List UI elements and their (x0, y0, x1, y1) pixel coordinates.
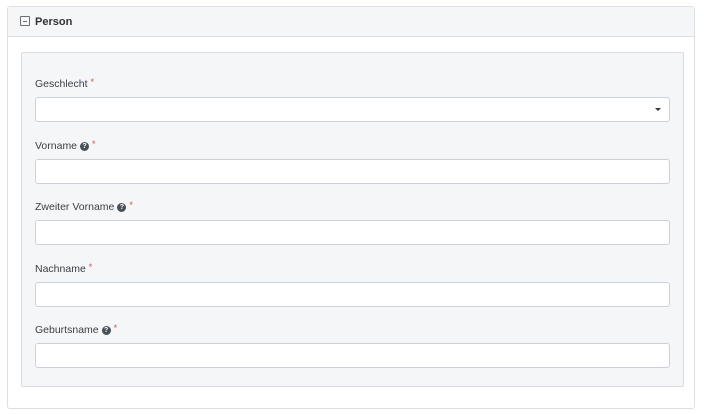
caret-down-icon[interactable] (655, 108, 661, 111)
field-vorname: Vorname ? * (35, 139, 670, 184)
geburtsname-input[interactable] (35, 343, 670, 368)
zweiter-vorname-input[interactable] (35, 220, 670, 245)
field-geschlecht: Geschlecht * (35, 77, 670, 122)
field-geburtsname: Geburtsname ? * (35, 323, 670, 368)
required-marker: * (113, 323, 118, 333)
nachname-input[interactable] (35, 282, 670, 307)
field-label-zweiter-vorname: Zweiter Vorname ? * (35, 200, 670, 214)
panel-title: Person (35, 16, 73, 28)
field-zweiter-vorname: Zweiter Vorname ? * (35, 200, 670, 245)
panel-header[interactable]: Person (8, 7, 694, 37)
label-text: Zweiter Vorname (35, 201, 115, 213)
collapse-minus-icon[interactable] (20, 16, 30, 26)
geschlecht-select[interactable] (35, 97, 670, 122)
help-icon[interactable]: ? (101, 325, 111, 335)
person-form: Geschlecht * Vorname ? * Zweiter Vorname (21, 52, 684, 387)
label-text: Geschlecht (35, 78, 88, 90)
field-label-nachname: Nachname * (35, 262, 670, 276)
field-label-geburtsname: Geburtsname ? * (35, 323, 670, 337)
help-icon[interactable]: ? (117, 202, 127, 212)
required-marker: * (92, 139, 96, 149)
label-text: Geburtsname (35, 324, 99, 336)
field-nachname: Nachname * (35, 262, 670, 307)
label-text: Nachname (35, 263, 86, 275)
field-label-geschlecht: Geschlecht * (35, 77, 670, 91)
help-icon[interactable]: ? (80, 141, 90, 151)
person-panel: Person Geschlecht * Vorname ? * Zweiter … (7, 6, 695, 409)
required-marker: * (90, 77, 95, 87)
field-label-vorname: Vorname ? * (35, 139, 670, 153)
label-text: Vorname (35, 140, 78, 152)
required-marker: * (129, 200, 133, 210)
required-marker: * (88, 262, 93, 272)
vorname-input[interactable] (35, 159, 670, 184)
